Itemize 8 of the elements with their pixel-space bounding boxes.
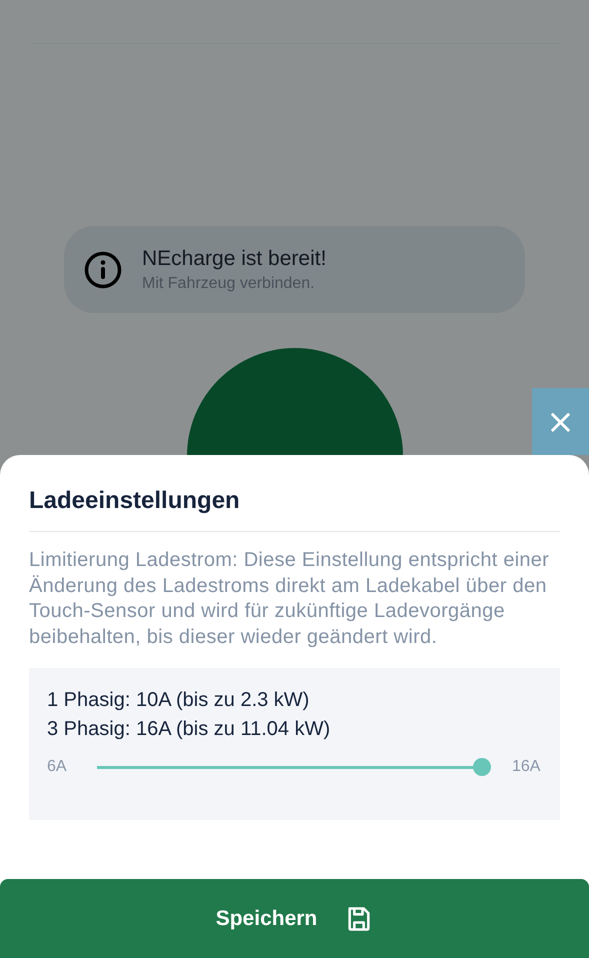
slider-min-label: 6A <box>47 758 68 776</box>
phase-text: 1 Phasig: 10A (bis zu 2.3 kW) <box>47 688 310 713</box>
phase-text: 3 Phasig: 16A (bis zu 11.04 kW) <box>47 717 332 742</box>
slider-max-label: 16A <box>512 758 542 776</box>
sheet-title: Ladeeinstellungen <box>29 487 241 515</box>
notice-subtitle: Mit Fahrzeug verbinden. <box>142 274 316 292</box>
notice-title: NEcharge ist bereit! <box>142 246 326 270</box>
description-text: Limitierung Ladestrom: Diese Einstellung entspricht einer Änderung des Ladestroms direkt am Ladekabel über den Touch-Sensor und wird für zukünftige Ladevorgänge beibehalten, bis dieser wieder geändert wird. <box>29 548 550 650</box>
